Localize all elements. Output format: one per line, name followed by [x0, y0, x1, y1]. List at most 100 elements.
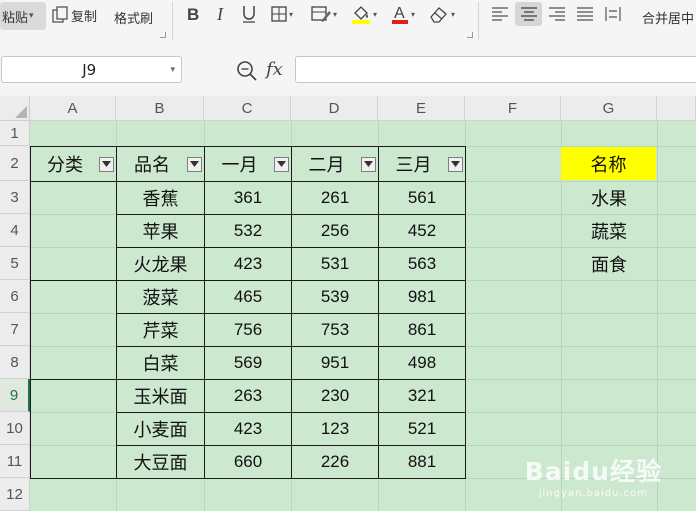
- fill-color-dropdown-icon[interactable]: ▾: [373, 10, 377, 19]
- header-feb-cell[interactable]: 二月: [291, 146, 379, 182]
- clipboard-group-launcher-icon[interactable]: [160, 32, 166, 38]
- header-category-cell[interactable]: 分类: [30, 146, 117, 182]
- column-header-a[interactable]: A: [30, 96, 116, 121]
- row-header-5[interactable]: 5: [0, 247, 30, 280]
- clear-format-button[interactable]: ▾: [424, 2, 460, 26]
- underline-button[interactable]: [238, 2, 260, 26]
- name-list-item-cell[interactable]: 面食: [561, 247, 657, 280]
- column-header-c[interactable]: C: [204, 96, 291, 121]
- product-cell[interactable]: 白菜: [116, 346, 205, 380]
- jan-value-cell[interactable]: 756: [204, 313, 292, 347]
- product-cell[interactable]: 菠菜: [116, 280, 205, 314]
- mar-value-cell[interactable]: 521: [378, 412, 466, 446]
- row-header-8[interactable]: 8: [0, 346, 30, 379]
- merge-center-button[interactable]: 合并居中: [642, 8, 694, 27]
- feb-value-cell[interactable]: 256: [291, 214, 379, 248]
- mar-value-cell[interactable]: 498: [378, 346, 466, 380]
- feb-value-cell[interactable]: 230: [291, 379, 379, 413]
- fill-color-button[interactable]: ▾: [346, 2, 382, 26]
- feb-value-cell[interactable]: 261: [291, 181, 379, 215]
- category-merged-cell[interactable]: [30, 379, 117, 479]
- mar-value-cell[interactable]: 561: [378, 181, 466, 215]
- jan-value-cell[interactable]: 423: [204, 412, 292, 446]
- filter-dropdown-icon[interactable]: [274, 156, 289, 172]
- row-header-11[interactable]: 11: [0, 445, 30, 478]
- paste-dropdown-icon[interactable]: ▾: [29, 11, 34, 21]
- filter-dropdown-icon[interactable]: [361, 156, 376, 172]
- formula-input[interactable]: [295, 56, 696, 83]
- mar-value-cell[interactable]: 563: [378, 247, 466, 281]
- feb-value-cell[interactable]: 539: [291, 280, 379, 314]
- row-header-4[interactable]: 4: [0, 214, 30, 247]
- row-header-10[interactable]: 10: [0, 412, 30, 445]
- column-header-e[interactable]: E: [378, 96, 465, 121]
- mar-value-cell[interactable]: 321: [378, 379, 466, 413]
- justify-button[interactable]: [573, 2, 597, 26]
- jan-value-cell[interactable]: 569: [204, 346, 292, 380]
- select-all-button[interactable]: [0, 96, 30, 121]
- row-header-3[interactable]: 3: [0, 181, 30, 214]
- name-box[interactable]: J9 ▾: [1, 56, 182, 83]
- category-merged-cell[interactable]: [30, 280, 117, 380]
- feb-value-cell[interactable]: 753: [291, 313, 379, 347]
- font-color-dropdown-icon[interactable]: ▾: [411, 10, 415, 19]
- product-cell[interactable]: 苹果: [116, 214, 205, 248]
- row-header-2[interactable]: 2: [0, 146, 30, 181]
- product-cell[interactable]: 小麦面: [116, 412, 205, 446]
- bold-button[interactable]: B: [181, 2, 205, 26]
- row-header-12[interactable]: 12: [0, 478, 30, 511]
- row-header-1[interactable]: 1: [0, 121, 30, 146]
- italic-button[interactable]: I: [210, 2, 232, 26]
- border-button[interactable]: ▾: [266, 2, 298, 26]
- jan-value-cell[interactable]: 423: [204, 247, 292, 281]
- column-header-b[interactable]: B: [116, 96, 204, 121]
- mar-value-cell[interactable]: 861: [378, 313, 466, 347]
- feb-value-cell[interactable]: 226: [291, 445, 379, 479]
- zoom-icon[interactable]: [236, 60, 258, 82]
- border-dropdown-icon[interactable]: ▾: [289, 10, 293, 19]
- jan-value-cell[interactable]: 465: [204, 280, 292, 314]
- cell-area[interactable]: 分类 品名 一月 二月 三月 香蕉 361 261 561 苹果 532 256…: [30, 121, 696, 511]
- feb-value-cell[interactable]: 951: [291, 346, 379, 380]
- product-cell[interactable]: 大豆面: [116, 445, 205, 479]
- row-header-6[interactable]: 6: [0, 280, 30, 313]
- column-header-g[interactable]: G: [561, 96, 657, 121]
- header-product-cell[interactable]: 品名: [116, 146, 205, 182]
- mar-value-cell[interactable]: 452: [378, 214, 466, 248]
- fx-icon[interactable]: fx: [266, 59, 283, 80]
- jan-value-cell[interactable]: 361: [204, 181, 292, 215]
- product-cell[interactable]: 香蕉: [116, 181, 205, 215]
- row-header-7[interactable]: 7: [0, 313, 30, 346]
- row-header-9[interactable]: 9: [0, 379, 30, 412]
- filter-dropdown-icon[interactable]: [448, 156, 463, 172]
- feb-value-cell[interactable]: 123: [291, 412, 379, 446]
- product-cell[interactable]: 火龙果: [116, 247, 205, 281]
- feb-value-cell[interactable]: 531: [291, 247, 379, 281]
- align-center-button[interactable]: [515, 2, 542, 26]
- paste-button[interactable]: 粘贴 ▾: [0, 2, 46, 30]
- column-header-d[interactable]: D: [291, 96, 378, 121]
- name-list-item-cell[interactable]: 蔬菜: [561, 214, 657, 247]
- mar-value-cell[interactable]: 981: [378, 280, 466, 314]
- distributed-align-button[interactable]: [601, 2, 625, 26]
- align-right-button[interactable]: [545, 2, 569, 26]
- product-cell[interactable]: 玉米面: [116, 379, 205, 413]
- header-mar-cell[interactable]: 三月: [378, 146, 466, 182]
- column-header-h[interactable]: [657, 96, 696, 121]
- name-list-header-cell[interactable]: 名称: [561, 147, 656, 180]
- cell-style-button[interactable]: ▾: [306, 2, 342, 26]
- font-group-launcher-icon[interactable]: [467, 32, 473, 38]
- font-color-button[interactable]: A ▾: [386, 2, 420, 26]
- name-list-item-cell[interactable]: 水果: [561, 181, 657, 214]
- category-merged-cell[interactable]: [30, 181, 117, 281]
- column-header-f[interactable]: F: [465, 96, 561, 121]
- filter-dropdown-icon[interactable]: [99, 156, 114, 172]
- mar-value-cell[interactable]: 881: [378, 445, 466, 479]
- filter-dropdown-icon[interactable]: [187, 156, 202, 172]
- align-left-button[interactable]: [488, 2, 512, 26]
- jan-value-cell[interactable]: 660: [204, 445, 292, 479]
- header-jan-cell[interactable]: 一月: [204, 146, 292, 182]
- jan-value-cell[interactable]: 263: [204, 379, 292, 413]
- product-cell[interactable]: 芹菜: [116, 313, 205, 347]
- copy-button[interactable]: 复制: [52, 4, 97, 26]
